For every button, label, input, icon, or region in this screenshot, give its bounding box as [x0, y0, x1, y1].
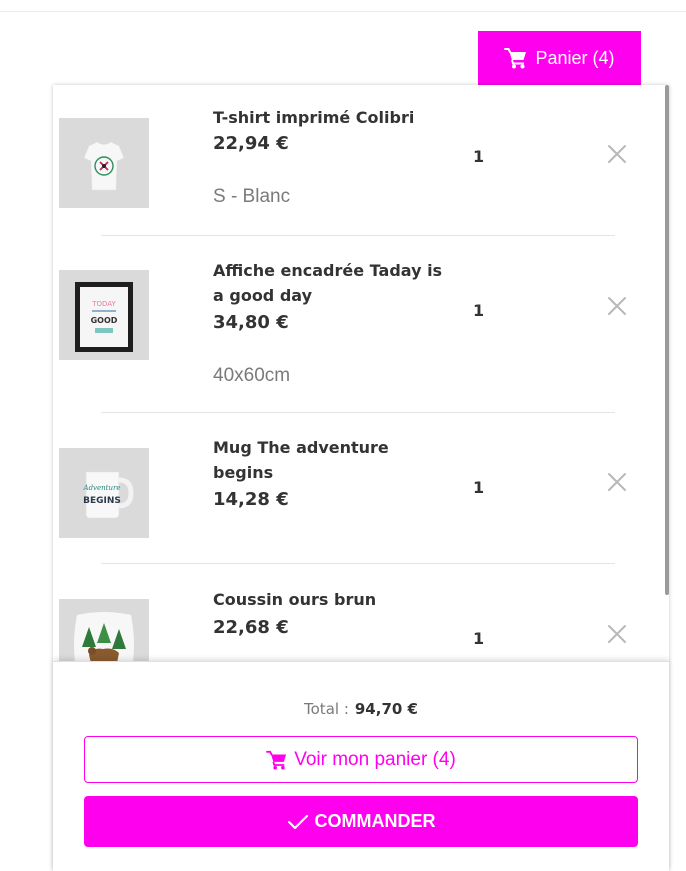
checkout-label: COMMANDER: [314, 811, 436, 831]
remove-item-button[interactable]: [606, 143, 628, 165]
close-icon: [608, 145, 626, 163]
item-quantity[interactable]: 1: [473, 478, 484, 497]
item-divider: [101, 235, 615, 236]
mug-thumbnail[interactable]: Adventure BEGINS: [59, 448, 149, 538]
item-attribute: 40x60cm: [213, 365, 291, 386]
item-quantity[interactable]: 1: [473, 301, 484, 320]
view-cart-label: Voir mon panier (4): [294, 748, 456, 770]
cart-dropdown: T-shirt imprimé Colibri 22,94 € S - Blan…: [53, 85, 669, 871]
svg-text:Adventure: Adventure: [83, 484, 121, 492]
item-price: 34,80 €: [213, 312, 289, 333]
total-value: 94,70 €: [354, 700, 418, 718]
remove-item-button[interactable]: [606, 471, 628, 493]
header-divider: [0, 11, 686, 12]
close-icon: [608, 473, 626, 491]
item-name[interactable]: Mug The adventure begins: [213, 435, 448, 485]
framed-poster-thumbnail[interactable]: TODAY GOOD: [59, 270, 149, 360]
item-name[interactable]: T-shirt imprimé Colibri: [213, 105, 448, 130]
cart-icon: [266, 750, 287, 770]
cushion-thumbnail[interactable]: [59, 599, 149, 661]
cart-button-label: Panier (4): [535, 47, 615, 68]
item-quantity[interactable]: 1: [473, 629, 484, 648]
remove-item-button[interactable]: [606, 623, 628, 645]
item-attribute: S - Blanc: [213, 186, 291, 207]
close-icon: [608, 625, 626, 643]
remove-item-button[interactable]: [606, 295, 628, 317]
cart-button[interactable]: Panier (4): [478, 31, 641, 85]
item-price: 22,94 €: [213, 133, 289, 154]
item-divider: [101, 563, 615, 564]
item-divider: [101, 412, 615, 413]
item-name[interactable]: Affiche encadrée Taday is a good day: [213, 258, 448, 308]
tshirt-thumbnail[interactable]: [59, 118, 149, 208]
cart-items-list: T-shirt imprimé Colibri 22,94 € S - Blan…: [53, 85, 669, 661]
cart-footer: Total : 94,70 € Voir mon panier (4) COMMA…: [53, 661, 669, 871]
cart-icon: [504, 48, 527, 69]
item-quantity[interactable]: 1: [473, 147, 484, 166]
checkmark-icon: [287, 814, 308, 829]
total-label: Total :: [304, 700, 349, 718]
close-icon: [608, 297, 626, 315]
checkout-button[interactable]: COMMANDER: [84, 796, 638, 847]
item-price: 22,68 €: [213, 617, 289, 638]
item-name[interactable]: Coussin ours brun: [213, 587, 448, 612]
scrollbar-thumb[interactable]: [665, 85, 669, 595]
view-cart-button[interactable]: Voir mon panier (4): [84, 736, 638, 783]
item-price: 14,28 €: [213, 489, 289, 510]
cart-total: Total : 94,70 €: [53, 700, 669, 718]
svg-text:BEGINS: BEGINS: [83, 496, 121, 506]
svg-text:TODAY: TODAY: [91, 300, 116, 308]
svg-text:GOOD: GOOD: [91, 316, 118, 325]
